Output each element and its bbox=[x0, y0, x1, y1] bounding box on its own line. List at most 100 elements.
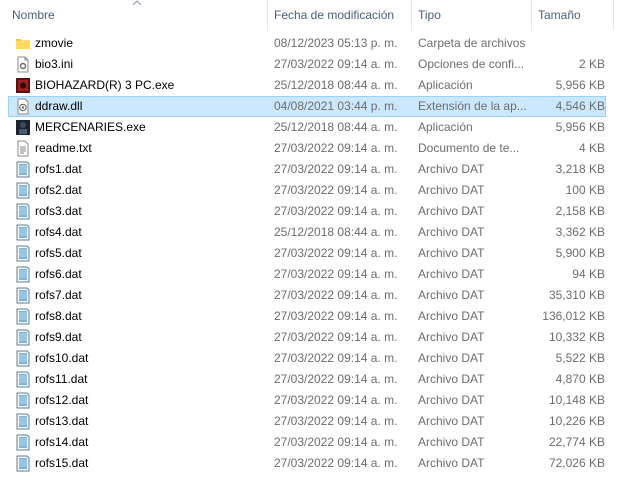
file-name: rofs4.dat bbox=[35, 225, 82, 239]
file-row[interactable]: rofs13.dat 27/03/2022 09:14 a. m. Archivo … bbox=[8, 411, 606, 432]
file-name: rofs12.dat bbox=[35, 393, 89, 407]
file-size: 4 KB bbox=[578, 141, 605, 155]
column-header-size[interactable]: Tamaño bbox=[534, 0, 614, 30]
file-name: bio3.ini bbox=[35, 57, 74, 71]
dat-file-icon bbox=[15, 350, 31, 367]
dat-file-icon bbox=[15, 329, 31, 346]
file-name: rofs7.dat bbox=[35, 288, 82, 302]
file-row[interactable]: rofs8.dat 27/03/2022 09:14 a. m. Archivo D… bbox=[8, 306, 606, 327]
file-type: Opciones de confi... bbox=[418, 57, 525, 71]
file-type: Archivo DAT bbox=[418, 162, 485, 176]
file-size: 22,774 KB bbox=[548, 435, 605, 449]
file-date: 27/03/2022 09:14 a. m. bbox=[274, 246, 398, 260]
file-name: ddraw.dll bbox=[35, 99, 83, 113]
file-date: 04/08/2021 03:44 p. m. bbox=[274, 99, 398, 113]
column-divider[interactable] bbox=[267, 0, 268, 30]
file-type: Carpeta de archivos bbox=[418, 36, 526, 50]
file-type: Archivo DAT bbox=[418, 246, 485, 260]
file-type: Archivo DAT bbox=[418, 204, 485, 218]
column-header-name[interactable]: Nombre bbox=[8, 0, 266, 30]
file-row[interactable]: rofs15.dat 27/03/2022 09:14 a. m. Archivo … bbox=[8, 453, 606, 474]
file-type: Archivo DAT bbox=[418, 267, 485, 281]
file-row[interactable]: rofs2.dat 27/03/2022 09:14 a. m. Archivo D… bbox=[8, 180, 606, 201]
dat-file-icon bbox=[15, 182, 31, 199]
file-row[interactable]: rofs3.dat 27/03/2022 09:14 a. m. Archivo D… bbox=[8, 201, 606, 222]
file-date: 27/03/2022 09:14 a. m. bbox=[274, 204, 398, 218]
file-size: 4,546 KB bbox=[555, 99, 605, 113]
file-name: rofs8.dat bbox=[35, 309, 82, 323]
file-row[interactable]: rofs1.dat 27/03/2022 09:14 a. m. Archivo D… bbox=[8, 159, 606, 180]
dat-file-icon bbox=[15, 392, 31, 409]
file-row[interactable]: rofs4.dat 25/12/2018 08:44 a. m. Archivo D… bbox=[8, 222, 606, 243]
column-header-date[interactable]: Fecha de modificación bbox=[270, 0, 410, 30]
file-name: zmovie bbox=[35, 36, 74, 50]
column-divider[interactable] bbox=[531, 0, 532, 30]
file-size: 35,310 KB bbox=[548, 288, 605, 302]
dat-file-icon bbox=[15, 224, 31, 241]
column-header-bar: Nombre Fecha de modificación Tipo Tamaño bbox=[0, 0, 628, 33]
dat-file-icon bbox=[15, 413, 31, 430]
dat-file-icon bbox=[15, 203, 31, 220]
text-file-icon bbox=[15, 140, 31, 157]
file-row[interactable]: rofs11.dat 27/03/2022 09:14 a. m. Archivo … bbox=[8, 369, 606, 390]
file-name: rofs5.dat bbox=[35, 246, 82, 260]
file-size: 136,012 KB bbox=[542, 309, 605, 323]
file-type: Archivo DAT bbox=[418, 372, 485, 386]
column-divider[interactable] bbox=[411, 0, 412, 30]
file-date: 27/03/2022 09:14 a. m. bbox=[274, 393, 398, 407]
file-row[interactable]: zmovie 08/12/2023 05:13 p. m. Carpeta de a… bbox=[8, 33, 606, 54]
file-name: rofs9.dat bbox=[35, 330, 82, 344]
file-row[interactable]: readme.txt 27/03/2022 09:14 a. m. Document… bbox=[8, 138, 606, 159]
mercenaries-app-icon bbox=[15, 119, 31, 136]
file-size: 5,956 KB bbox=[555, 78, 605, 92]
file-type: Archivo DAT bbox=[418, 393, 485, 407]
file-row[interactable]: rofs5.dat 27/03/2022 09:14 a. m. Archivo D… bbox=[8, 243, 606, 264]
file-date: 08/12/2023 05:13 p. m. bbox=[274, 36, 398, 50]
file-row[interactable]: rofs12.dat 27/03/2022 09:14 a. m. Archivo … bbox=[8, 390, 606, 411]
file-row[interactable]: MERCENARIES.exe 25/12/2018 08:44 a. m. Apl… bbox=[8, 117, 606, 138]
file-row[interactable]: bio3.ini 27/03/2022 09:14 a. m. Opciones d… bbox=[8, 54, 606, 75]
file-size: 10,148 KB bbox=[548, 393, 605, 407]
file-date: 27/03/2022 09:14 a. m. bbox=[274, 183, 398, 197]
file-size: 5,522 KB bbox=[555, 351, 605, 365]
file-name: rofs13.dat bbox=[35, 414, 89, 428]
file-date: 27/03/2022 09:14 a. m. bbox=[274, 288, 398, 302]
file-date: 25/12/2018 08:44 a. m. bbox=[274, 78, 398, 92]
dat-file-icon bbox=[15, 161, 31, 178]
dat-file-icon bbox=[15, 308, 31, 325]
file-size: 5,956 KB bbox=[555, 120, 605, 134]
file-row[interactable]: rofs6.dat 27/03/2022 09:14 a. m. Archivo D… bbox=[8, 264, 606, 285]
file-size: 94 KB bbox=[572, 267, 605, 281]
file-name: rofs15.dat bbox=[35, 456, 89, 470]
file-date: 27/03/2022 09:14 a. m. bbox=[274, 330, 398, 344]
file-name: rofs1.dat bbox=[35, 162, 82, 176]
file-date: 27/03/2022 09:14 a. m. bbox=[274, 456, 398, 470]
file-date: 27/03/2022 09:14 a. m. bbox=[274, 414, 398, 428]
file-date: 27/03/2022 09:14 a. m. bbox=[274, 372, 398, 386]
file-size: 10,332 KB bbox=[548, 330, 605, 344]
file-size: 3,362 KB bbox=[555, 225, 605, 239]
file-row[interactable]: rofs14.dat 27/03/2022 09:14 a. m. Archivo … bbox=[8, 432, 606, 453]
file-type: Archivo DAT bbox=[418, 288, 485, 302]
file-row[interactable]: rofs9.dat 27/03/2022 09:14 a. m. Archivo D… bbox=[8, 327, 606, 348]
dat-file-icon bbox=[15, 266, 31, 283]
file-row[interactable]: rofs10.dat 27/03/2022 09:14 a. m. Archivo … bbox=[8, 348, 606, 369]
file-date: 25/12/2018 08:44 a. m. bbox=[274, 120, 398, 134]
file-size: 3,218 KB bbox=[555, 162, 605, 176]
file-name: readme.txt bbox=[35, 141, 92, 155]
file-size bbox=[533, 34, 605, 53]
file-date: 27/03/2022 09:14 a. m. bbox=[274, 267, 398, 281]
file-row[interactable]: ddraw.dll 04/08/2021 03:44 p. m. Extensión… bbox=[8, 96, 606, 117]
dat-file-icon bbox=[15, 287, 31, 304]
column-divider[interactable] bbox=[613, 0, 614, 30]
file-type: Archivo DAT bbox=[418, 456, 485, 470]
file-name: rofs14.dat bbox=[35, 435, 89, 449]
dat-file-icon bbox=[15, 434, 31, 451]
file-name: rofs3.dat bbox=[35, 204, 82, 218]
file-row[interactable]: rofs7.dat 27/03/2022 09:14 a. m. Archivo D… bbox=[8, 285, 606, 306]
file-date: 27/03/2022 09:14 a. m. bbox=[274, 309, 398, 323]
column-header-type[interactable]: Tipo bbox=[414, 0, 530, 30]
file-row[interactable]: BIOHAZARD(R) 3 PC.exe 25/12/2018 08:44 a.… bbox=[8, 75, 606, 96]
folder-icon bbox=[15, 35, 31, 52]
file-type: Archivo DAT bbox=[418, 435, 485, 449]
